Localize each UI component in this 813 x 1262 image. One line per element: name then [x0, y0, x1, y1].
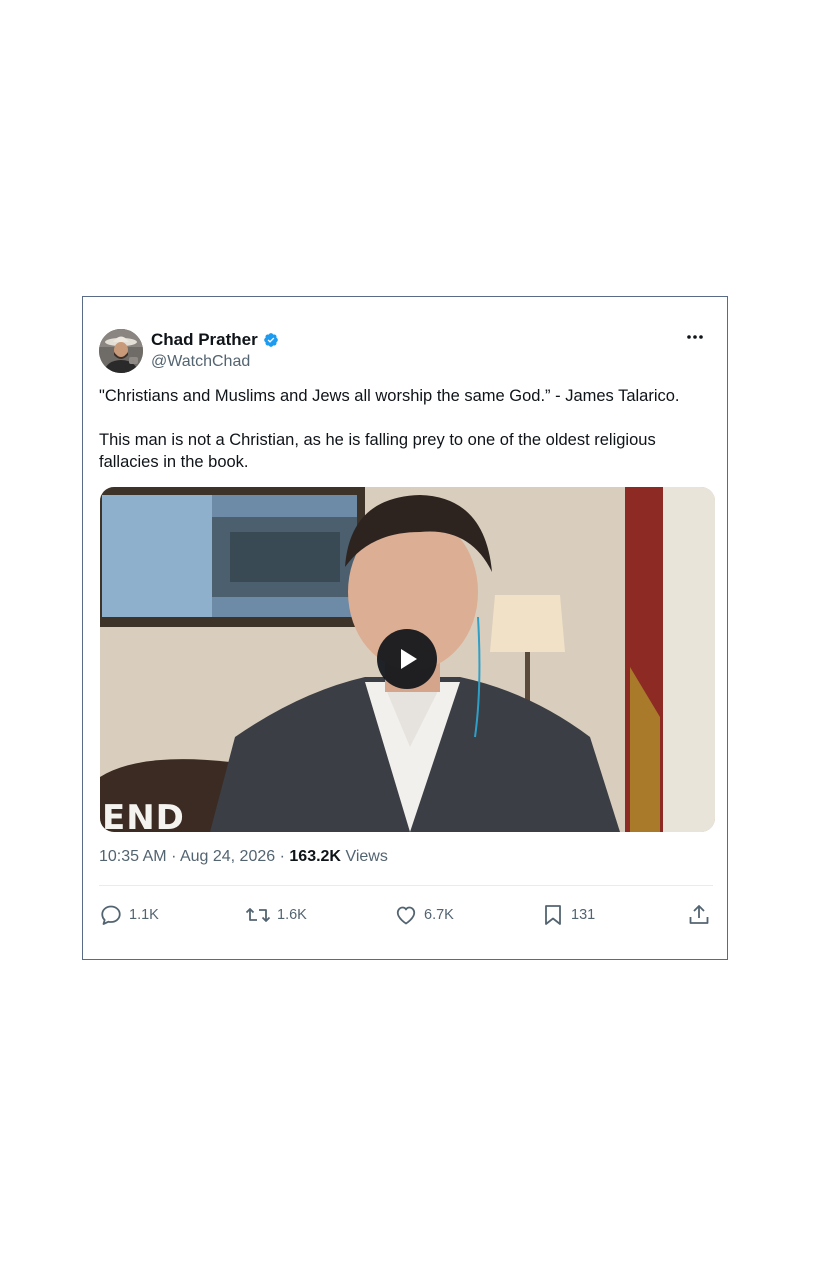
- meta-separator: ·: [171, 848, 177, 865]
- tweet-date[interactable]: Aug 24, 2026: [180, 848, 275, 865]
- tweet-meta: 10:35 AM · Aug 24, 2026 · 163.2K Views: [99, 848, 388, 866]
- like-count: 6.7K: [424, 907, 454, 923]
- verified-badge-icon: [263, 333, 278, 347]
- like-button[interactable]: 6.7K: [394, 903, 454, 927]
- share-icon: [689, 905, 709, 924]
- tweet-card[interactable]: Chad Prather @WatchChad "Christians and …: [82, 296, 728, 960]
- views-count: 163.2K: [289, 848, 341, 865]
- play-icon: [401, 649, 417, 669]
- repost-icon: [245, 908, 271, 922]
- repost-button[interactable]: 1.6K: [245, 903, 307, 927]
- bookmark-icon: [545, 905, 561, 925]
- bookmark-button[interactable]: 131: [541, 903, 595, 927]
- more-options-icon[interactable]: [685, 331, 705, 343]
- bookmark-count: 131: [571, 907, 596, 923]
- views-label: Views: [345, 848, 388, 865]
- tweet-time[interactable]: 10:35 AM: [99, 848, 167, 865]
- video-overlay-text: END: [102, 798, 185, 832]
- reply-button[interactable]: 1.1K: [99, 903, 159, 927]
- play-button[interactable]: [377, 629, 437, 689]
- share-button[interactable]: [687, 903, 711, 927]
- tweet-text: "Christians and Muslims and Jews all wor…: [99, 385, 699, 473]
- action-bar: 1.1K 1.6K 6.7K 131: [99, 903, 713, 927]
- display-name[interactable]: Chad Prather: [151, 330, 258, 350]
- video-player[interactable]: END: [100, 487, 715, 832]
- reply-count: 1.1K: [129, 907, 159, 923]
- meta-separator: ·: [279, 848, 285, 865]
- tweet-body-line: This man is not a Christian, as he is fa…: [99, 431, 656, 471]
- heart-icon: [396, 906, 416, 925]
- avatar[interactable]: [99, 329, 143, 373]
- reply-icon: [101, 905, 121, 925]
- divider: [99, 885, 713, 886]
- author-handle[interactable]: @WatchChad: [151, 353, 250, 371]
- tweet-quote-line: "Christians and Muslims and Jews all wor…: [99, 387, 680, 405]
- repost-count: 1.6K: [277, 907, 307, 923]
